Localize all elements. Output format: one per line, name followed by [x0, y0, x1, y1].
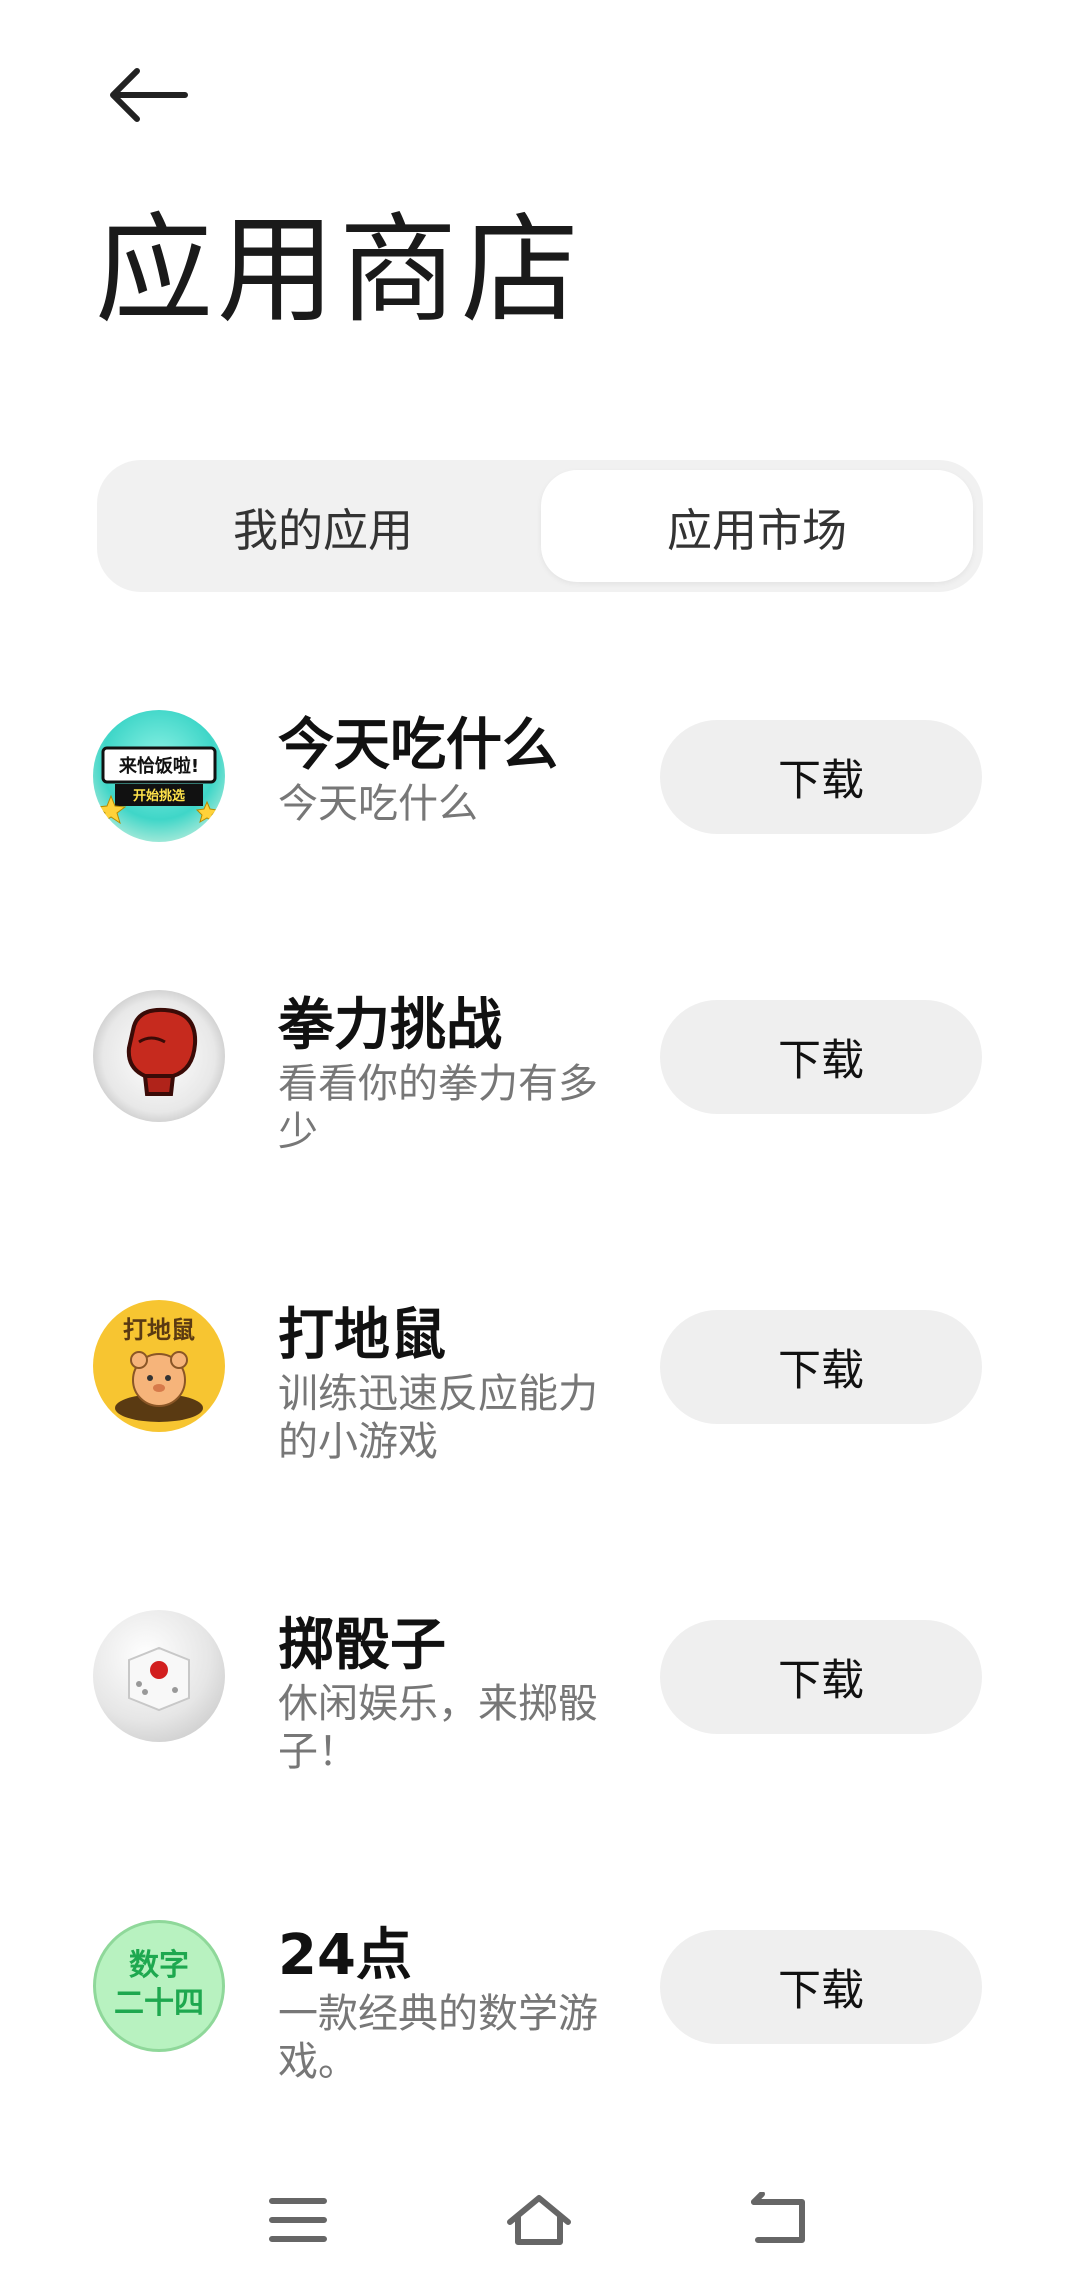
- tab-my-apps[interactable]: 我的应用: [107, 470, 539, 582]
- number-24-icon: 数字 二十四: [93, 1920, 225, 2052]
- number-24-icon-line2: 二十四: [114, 1986, 204, 2021]
- menu-icon: [269, 2198, 327, 2242]
- app-description: 休闲娱乐，来掷骰子！: [278, 1681, 598, 1775]
- list-item: 打地鼠 打地鼠 训练迅速反应能力的小游戏 下载: [0, 1260, 1080, 1500]
- menu-button[interactable]: [253, 2180, 343, 2260]
- page-title: 应用商店: [95, 201, 584, 339]
- download-button[interactable]: 下载: [660, 1000, 982, 1114]
- app-description: 今天吃什么: [278, 781, 478, 827]
- food-picker-icon: 来恰饭啦! 开始挑选: [93, 710, 225, 842]
- app-description: 训练迅速反应能力的小游戏: [278, 1371, 598, 1465]
- list-item: 来恰饭啦! 开始挑选 今天吃什么 今天吃什么 下载: [0, 670, 1080, 910]
- mole-icon: 打地鼠: [93, 1300, 225, 1432]
- app-name: 今天吃什么: [278, 713, 558, 778]
- app-description: 一款经典的数学游戏。: [278, 1991, 598, 2085]
- food-picker-icon-title: 来恰饭啦!: [118, 755, 199, 777]
- dice-icon: [93, 1610, 225, 1742]
- back-button[interactable]: [92, 40, 202, 150]
- boxing-glove-icon: [93, 990, 225, 1122]
- mole-icon-text: 打地鼠: [123, 1316, 195, 1344]
- arrow-left-icon: [110, 68, 188, 122]
- back-nav-button[interactable]: [733, 2180, 823, 2260]
- home-button[interactable]: [494, 2180, 584, 2260]
- download-button[interactable]: 下载: [660, 720, 982, 834]
- list-item: 数字 二十四 24点 一款经典的数学游戏。 下载: [0, 1880, 1080, 2120]
- app-name: 掷骰子: [278, 1613, 446, 1678]
- app-name: 24点: [278, 1923, 412, 1988]
- app-name: 拳力挑战: [278, 993, 502, 1058]
- list-item: 掷骰子 休闲娱乐，来掷骰子！ 下载: [0, 1570, 1080, 1810]
- system-nav-bar: [0, 2160, 1080, 2280]
- download-button[interactable]: 下载: [660, 1930, 982, 2044]
- food-picker-icon-subtitle: 开始挑选: [133, 788, 185, 804]
- list-item: 拳力挑战 看看你的拳力有多少 下载: [0, 950, 1080, 1190]
- download-button[interactable]: 下载: [660, 1310, 982, 1424]
- app-name: 打地鼠: [278, 1303, 446, 1368]
- download-button[interactable]: 下载: [660, 1620, 982, 1734]
- app-description: 看看你的拳力有多少: [278, 1061, 598, 1155]
- number-24-icon-line1: 数字: [129, 1948, 189, 1983]
- tab-app-market[interactable]: 应用市场: [541, 470, 973, 582]
- home-icon: [507, 2195, 571, 2245]
- back-icon: [751, 2192, 805, 2243]
- segmented-control: 我的应用 应用市场: [97, 460, 983, 592]
